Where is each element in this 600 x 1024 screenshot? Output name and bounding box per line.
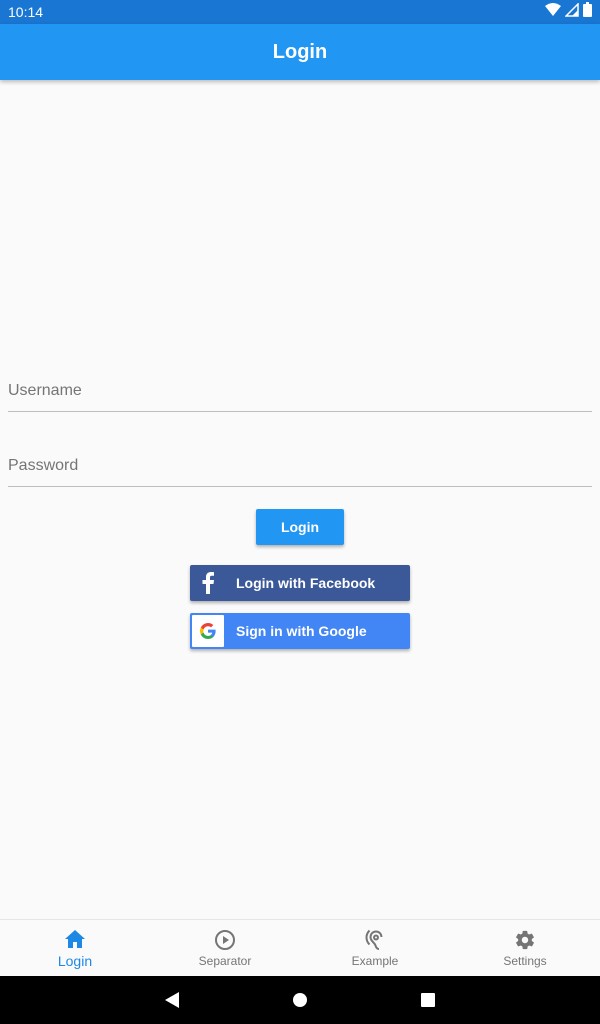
google-icon [192, 615, 224, 647]
home-circle-icon[interactable] [288, 988, 312, 1012]
wifi-icon [545, 2, 561, 22]
facebook-login-button[interactable]: Login with Facebook [190, 565, 410, 601]
facebook-login-label: Login with Facebook [236, 575, 376, 591]
nav-item-example[interactable]: Example [300, 920, 450, 976]
gear-icon [513, 928, 537, 952]
nav-item-settings[interactable]: Settings [450, 920, 600, 976]
google-signin-label: Sign in with Google [236, 623, 367, 639]
login-screen: 10:14 Login Login Login [0, 0, 600, 1024]
page-title: Login [272, 40, 328, 63]
system-navigation-bar [0, 976, 600, 1024]
status-bar: 10:14 [0, 0, 600, 24]
status-icons [545, 1, 592, 22]
hearing-icon [363, 928, 387, 952]
play-circle-icon [213, 928, 237, 952]
nav-label-separator: Separator [198, 954, 252, 968]
signal-icon [564, 1, 579, 22]
nav-item-login[interactable]: Login [0, 920, 150, 976]
bottom-navigation: Login Separator Example Settings [0, 919, 600, 976]
login-button[interactable]: Login [256, 509, 344, 545]
status-time: 10:14 [8, 4, 44, 20]
nav-label-example: Example [351, 954, 399, 968]
app-bar: Login [0, 24, 600, 80]
battery-icon [583, 2, 592, 22]
username-field-container [8, 366, 592, 412]
nav-label-settings: Settings [503, 954, 547, 968]
password-input[interactable] [8, 441, 592, 486]
back-icon[interactable] [160, 988, 184, 1012]
recents-icon[interactable] [416, 988, 440, 1012]
username-input[interactable] [8, 366, 592, 411]
nav-item-separator[interactable]: Separator [150, 920, 300, 976]
password-field-container [8, 441, 592, 487]
nav-label-login: Login [57, 953, 93, 969]
facebook-icon [192, 567, 224, 599]
home-icon [63, 927, 87, 951]
google-signin-button[interactable]: Sign in with Google [190, 613, 410, 649]
